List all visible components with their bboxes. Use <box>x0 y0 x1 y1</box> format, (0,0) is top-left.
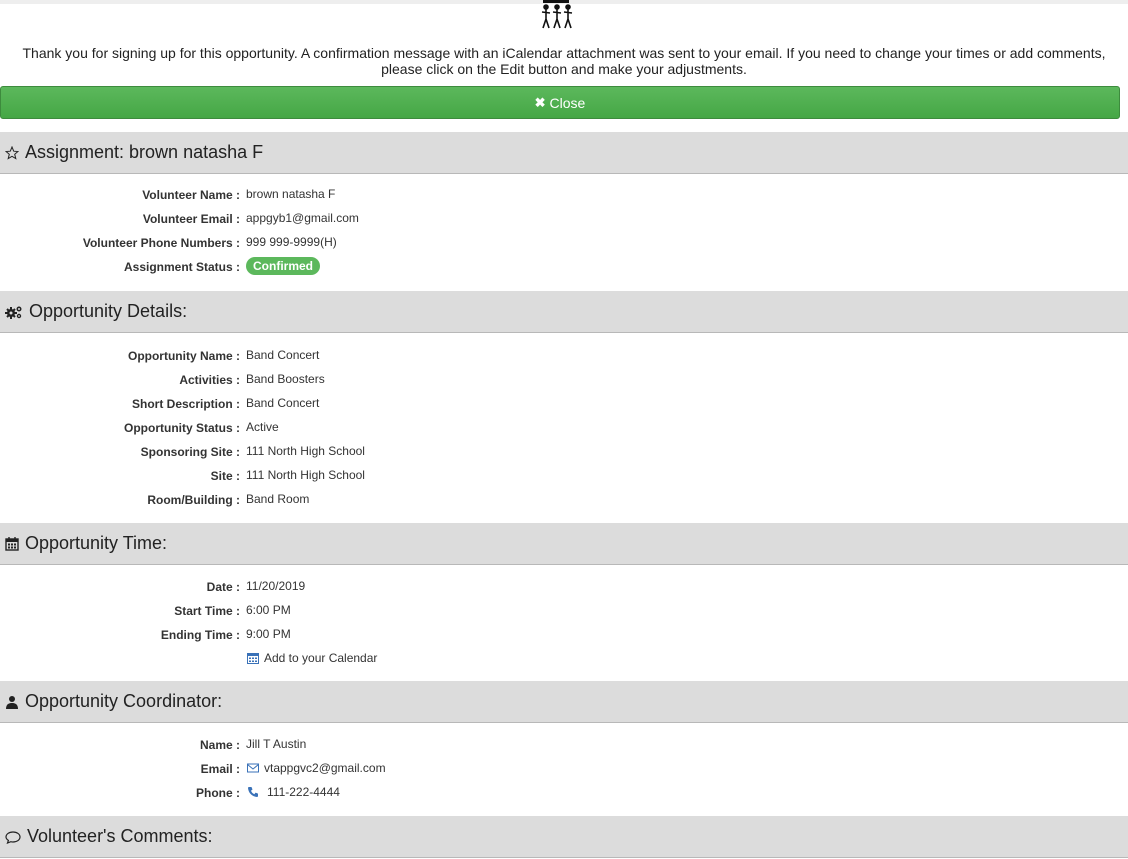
close-icon: ✖ <box>534 94 546 110</box>
calendar-icon <box>5 536 19 551</box>
band-logo <box>541 0 573 29</box>
short-description-value: Band Concert <box>246 396 320 410</box>
short-description-row: Short Description : Band Concert <box>0 392 1128 416</box>
coordinator-name-row: Name : Jill T Austin <box>0 733 1128 757</box>
sponsoring-site-row: Sponsoring Site : 111 North High School <box>0 440 1128 464</box>
opportunity-status-value: Active <box>246 420 279 434</box>
assignment-status-value: Confirmed <box>246 257 320 275</box>
comments-section-header: Volunteer's Comments: <box>0 816 1128 858</box>
opportunity-name-link[interactable]: Band Concert <box>246 348 319 362</box>
comments-heading: Volunteer's Comments: <box>27 826 213 846</box>
status-badge: Confirmed <box>246 257 320 275</box>
opportunity-status-row: Opportunity Status : Active <box>0 416 1128 440</box>
confirmation-message-line-2: please click on the Edit button and make… <box>381 61 747 77</box>
calendar-link-row: Add to your Calendar <box>0 647 1128 671</box>
activities-value: Band Boosters <box>246 372 325 386</box>
coordinator-section-header: Opportunity Coordinator: <box>0 681 1128 723</box>
envelope-icon <box>247 763 259 773</box>
volunteer-email-row: Volunteer Email : appgyb1@gmail.com <box>0 207 1128 231</box>
site-row: Site : 111 North High School <box>0 464 1128 488</box>
close-button[interactable]: ✖ Close <box>0 86 1120 119</box>
phone-icon <box>248 787 258 797</box>
site-value: 111 North High School <box>246 468 365 482</box>
star-icon <box>5 145 19 160</box>
start-time-label: Start Time : <box>174 604 240 618</box>
opportunity-name-row: Opportunity Name : Band Concert <box>0 344 1128 368</box>
confirmation-message-line-1: Thank you for signing up for this opport… <box>22 45 1106 61</box>
calendar-icon <box>247 653 259 664</box>
time-fields: Date : 11/20/2019 Start Time : 6:00 PM E… <box>0 575 1128 671</box>
coordinator-email-row: Email : vtappgvc2@gmail.com <box>0 757 1128 781</box>
assignment-status-label: Assignment Status : <box>123 260 240 274</box>
confirmation-message: Thank you for signing up for this opport… <box>0 45 1128 77</box>
assignment-status-row: Assignment Status : Confirmed <box>0 255 1128 279</box>
ending-time-value: 9:00 PM <box>246 627 291 641</box>
gears-icon <box>5 306 22 319</box>
add-to-calendar-link[interactable]: Add to your Calendar <box>247 651 377 665</box>
coordinator-phone-link[interactable]: 111-222-4444 <box>247 785 340 799</box>
short-description-label: Short Description : <box>131 397 240 411</box>
assignment-section-header: Assignment: brown natasha F <box>0 132 1128 174</box>
coordinator-name-label: Name : <box>199 738 240 752</box>
room-building-value: Band Room <box>246 492 310 506</box>
details-heading: Opportunity Details: <box>29 301 188 321</box>
time-section-header: Opportunity Time: <box>0 523 1128 565</box>
volunteer-phone-value: 999 999-9999(H) <box>246 235 337 249</box>
volunteer-name-label: Volunteer Name : <box>142 188 240 202</box>
coordinator-email-link[interactable]: vtappgvc2@gmail.com <box>247 761 386 775</box>
volunteer-email-label: Volunteer Email : <box>142 212 240 226</box>
date-row: Date : 11/20/2019 <box>0 575 1128 599</box>
close-button-label: Close <box>549 94 586 111</box>
opportunity-name-label: Opportunity Name : <box>127 349 240 363</box>
coordinator-email-value: vtappgvc2@gmail.com <box>264 761 386 775</box>
volunteer-name-value: brown natasha F <box>246 187 336 201</box>
coordinator-email-label: Email : <box>200 762 240 776</box>
coordinator-name-value: Jill T Austin <box>246 737 307 751</box>
opportunity-status-label: Opportunity Status : <box>124 421 240 435</box>
volunteer-phone-row: Volunteer Phone Numbers : 999 999-9999(H… <box>0 231 1128 255</box>
room-building-label: Room/Building : <box>147 493 240 507</box>
date-label: Date : <box>206 580 240 594</box>
time-heading: Opportunity Time: <box>25 533 168 553</box>
start-time-value: 6:00 PM <box>246 603 291 617</box>
activities-label: Activities : <box>179 373 240 387</box>
assignment-heading: Assignment: brown natasha F <box>25 142 264 162</box>
ending-time-row: Ending Time : 9:00 PM <box>0 623 1128 647</box>
volunteer-name-row: Volunteer Name : brown natasha F <box>0 183 1128 207</box>
ending-time-label: Ending Time : <box>160 628 240 642</box>
sponsoring-site-label: Sponsoring Site : <box>140 445 240 459</box>
coordinator-fields: Name : Jill T Austin Email : vtappgvc2@g… <box>0 733 1128 805</box>
volunteer-email-value: appgyb1@gmail.com <box>246 211 359 225</box>
details-fields: Opportunity Name : Band Concert Activiti… <box>0 344 1128 512</box>
coordinator-phone-value: 111-222-4444 <box>267 785 340 799</box>
site-label: Site : <box>210 469 240 483</box>
sponsoring-site-value: 111 North High School <box>246 444 365 458</box>
volunteer-phone-label: Volunteer Phone Numbers : <box>82 236 240 250</box>
add-to-calendar-label: Add to your Calendar <box>264 651 378 665</box>
room-building-row: Room/Building : Band Room <box>0 488 1128 512</box>
date-value: 11/20/2019 <box>246 579 306 593</box>
activities-row: Activities : Band Boosters <box>0 368 1128 392</box>
coordinator-phone-label: Phone : <box>196 786 240 800</box>
comment-icon <box>5 830 21 844</box>
start-time-row: Start Time : 6:00 PM <box>0 599 1128 623</box>
assignment-fields: Volunteer Name : brown natasha F Volunte… <box>0 183 1128 279</box>
coordinator-phone-row: Phone : 111-222-4444 <box>0 781 1128 805</box>
details-section-header: Opportunity Details: <box>0 291 1128 333</box>
user-icon <box>6 695 18 709</box>
coordinator-heading: Opportunity Coordinator: <box>25 691 223 711</box>
